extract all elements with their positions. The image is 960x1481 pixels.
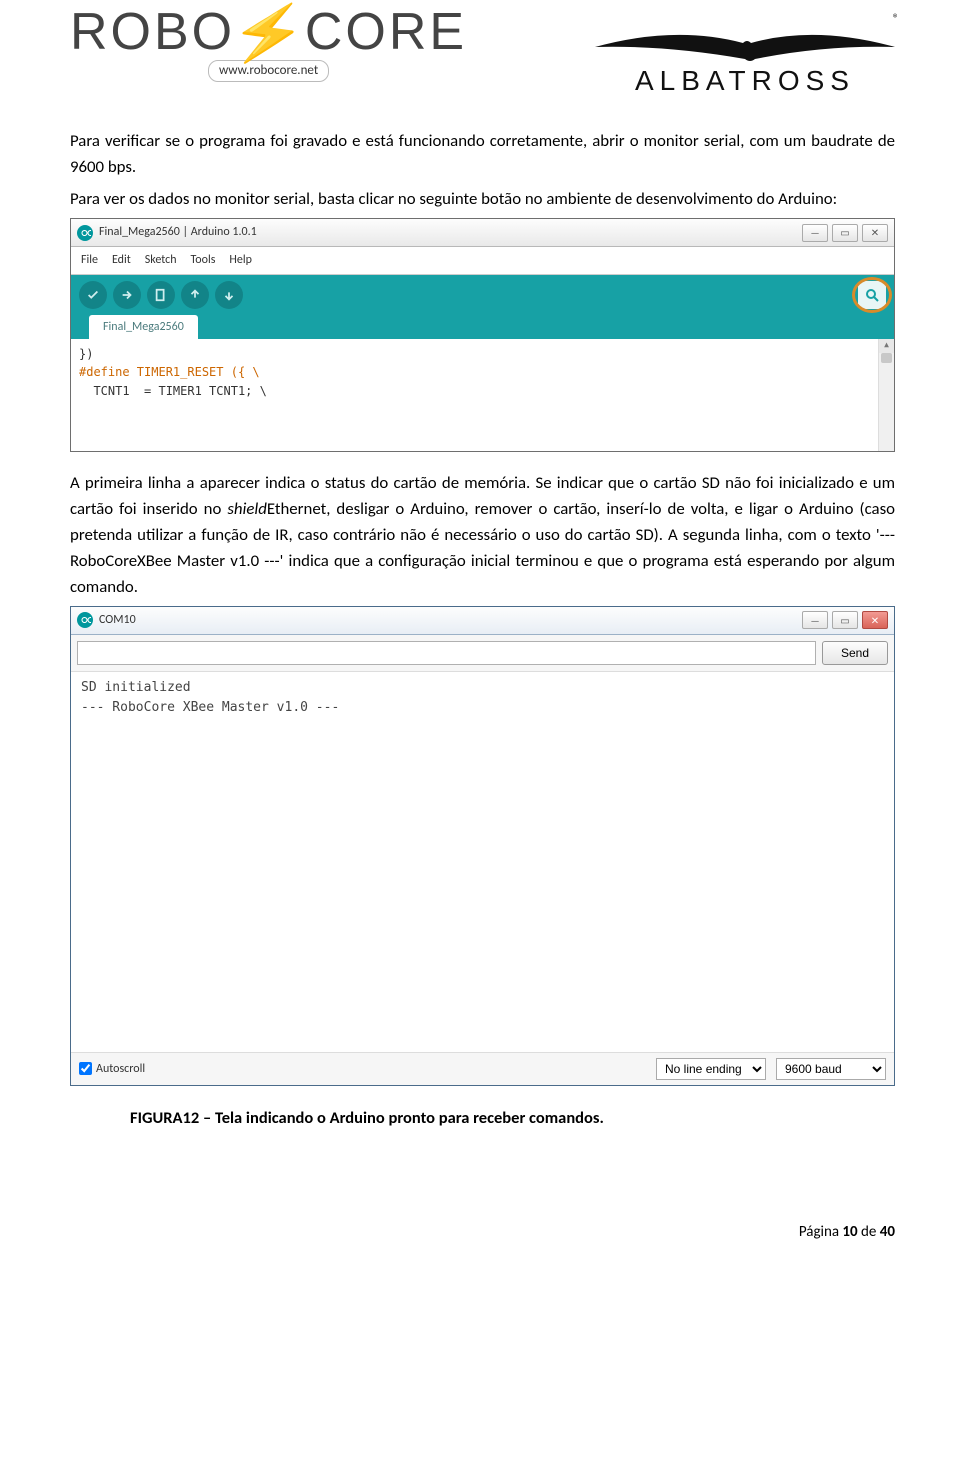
code-line: #define TIMER1_RESET ({ \ xyxy=(79,363,886,382)
close-button[interactable]: ✕ xyxy=(862,611,888,629)
verify-button[interactable] xyxy=(79,281,107,309)
menu-edit[interactable]: Edit xyxy=(112,251,131,270)
line-ending-select[interactable]: No line ending xyxy=(656,1058,766,1080)
page-number: 10 xyxy=(842,1223,857,1241)
albatross-bird-icon xyxy=(595,29,895,63)
logo-albatross: ® ALBATROSS xyxy=(595,10,895,102)
registered-icon: ® xyxy=(893,10,899,29)
ide-menubar: File Edit Sketch Tools Help xyxy=(71,247,894,275)
code-editor[interactable]: }) #define TIMER1_RESET ({ \ TCNT1 = TIM… xyxy=(71,339,894,451)
autoscroll-checkbox-label[interactable]: Autoscroll xyxy=(79,1060,145,1079)
figure-caption: FIGURA12 – Tela indicando o Arduino pron… xyxy=(130,1106,895,1132)
page-footer: Página 10 de 40 xyxy=(70,1221,895,1244)
serial-line: --- RoboCore XBee Master v1.0 --- xyxy=(81,698,884,718)
ide-titlebar: Final_Mega2560 | Arduino 1.0.1 — ▭ ✕ xyxy=(71,219,894,247)
menu-sketch[interactable]: Sketch xyxy=(145,251,177,270)
serial-output[interactable]: SD initialized --- RoboCore XBee Master … xyxy=(71,672,894,1052)
send-button[interactable]: Send xyxy=(822,641,888,665)
open-button[interactable] xyxy=(181,281,209,309)
serial-monitor-button[interactable] xyxy=(858,281,886,309)
page-header: ROBO ⚡ CORE www.robocore.net ® ALBATROSS xyxy=(70,0,895,102)
lightning-icon: ⚡ xyxy=(227,0,312,69)
p3-italic: shield xyxy=(227,498,267,519)
ide-window-title: Final_Mega2560 | Arduino 1.0.1 xyxy=(99,223,802,242)
minimize-button[interactable]: — xyxy=(802,611,828,629)
serial-send-row: Send xyxy=(71,635,894,672)
upload-button[interactable] xyxy=(113,281,141,309)
autoscroll-checkbox[interactable] xyxy=(79,1062,92,1075)
footer-of: de xyxy=(858,1223,880,1241)
arduino-icon xyxy=(77,612,93,628)
maximize-button[interactable]: ▭ xyxy=(832,611,858,629)
scroll-thumb[interactable] xyxy=(881,353,892,363)
sketch-tab[interactable]: Final_Mega2560 xyxy=(89,315,198,339)
minimize-button[interactable]: — xyxy=(802,224,828,242)
robocore-text-right: CORE xyxy=(305,6,467,58)
vertical-scrollbar[interactable]: ▲ xyxy=(878,339,894,451)
serial-input[interactable] xyxy=(77,641,816,665)
albatross-text: ALBATROSS xyxy=(635,59,855,102)
serial-titlebar: COM10 — ▭ ✕ xyxy=(71,607,894,635)
serial-monitor-window: COM10 — ▭ ✕ Send SD initialized --- Robo… xyxy=(70,606,895,1086)
total-pages: 40 xyxy=(880,1223,895,1241)
code-line: }) xyxy=(79,345,886,364)
close-button[interactable]: ✕ xyxy=(862,224,888,242)
serial-line: SD initialized xyxy=(81,678,884,698)
menu-tools[interactable]: Tools xyxy=(191,251,216,270)
autoscroll-text: Autoscroll xyxy=(96,1060,145,1079)
arduino-icon xyxy=(77,225,93,241)
robocore-text-left: ROBO xyxy=(70,6,235,58)
paragraph-3: A primeira linha a aparecer indica o sta… xyxy=(70,470,895,600)
serial-window-title: COM10 xyxy=(99,611,802,630)
scroll-up-icon[interactable]: ▲ xyxy=(879,339,894,353)
paragraph-1: Para verificar se o programa foi gravado… xyxy=(70,128,895,180)
new-button[interactable] xyxy=(147,281,175,309)
ide-tabbar: Final_Mega2560 xyxy=(71,315,894,339)
logo-robocore: ROBO ⚡ CORE www.robocore.net xyxy=(70,2,467,82)
code-line: TCNT1 = TIMER1 TCNT1; \ xyxy=(79,382,886,401)
paragraph-2: Para ver os dados no monitor serial, bas… xyxy=(70,186,895,212)
maximize-button[interactable]: ▭ xyxy=(832,224,858,242)
arduino-ide-window: Final_Mega2560 | Arduino 1.0.1 — ▭ ✕ Fil… xyxy=(70,218,895,452)
menu-file[interactable]: File xyxy=(81,251,98,270)
baud-select[interactable]: 9600 baud xyxy=(776,1058,886,1080)
footer-prefix: Página xyxy=(799,1223,843,1241)
ide-toolbar xyxy=(71,275,894,315)
serial-status-row: Autoscroll No line ending 9600 baud xyxy=(71,1052,894,1085)
menu-help[interactable]: Help xyxy=(229,251,252,270)
save-button[interactable] xyxy=(215,281,243,309)
